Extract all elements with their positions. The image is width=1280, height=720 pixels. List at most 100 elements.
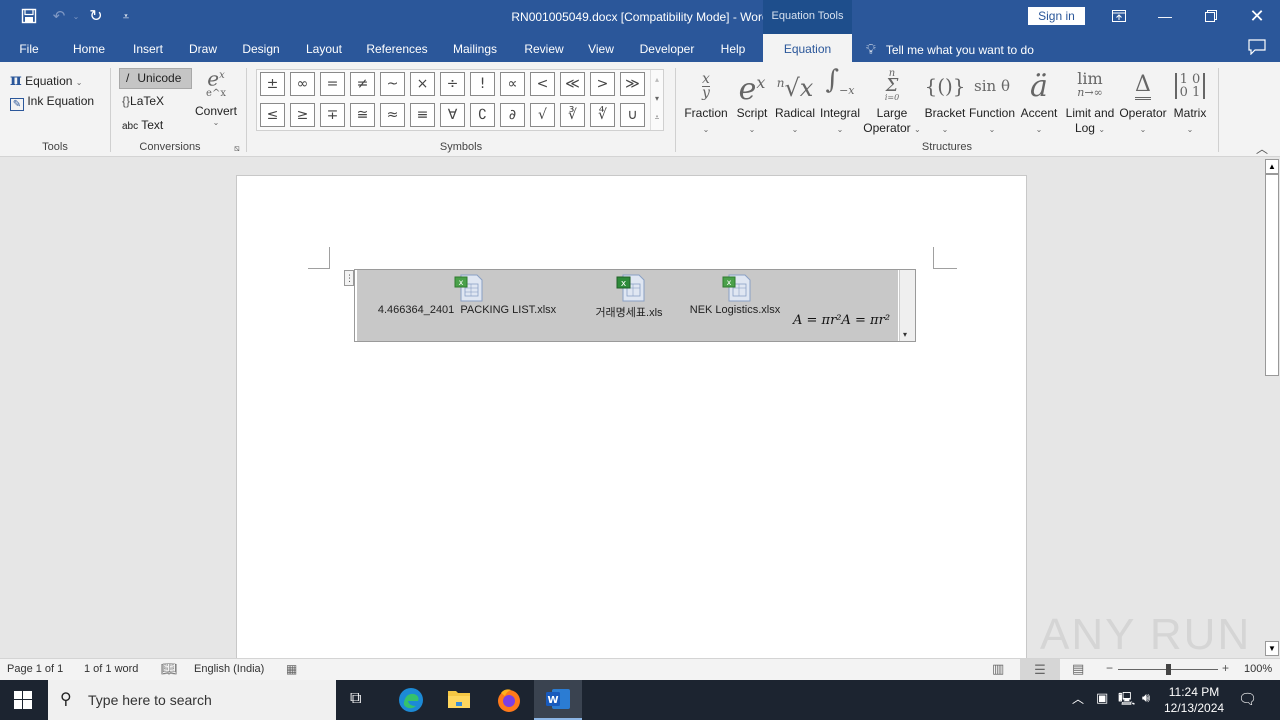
symbol-button[interactable]: > (590, 72, 615, 96)
notifications-icon[interactable]: 🗨︎ (1238, 690, 1257, 708)
network-icon[interactable]: 🖳︎ (1118, 690, 1135, 712)
volume-icon[interactable]: 🔊︎ (1142, 690, 1150, 706)
undo-icon[interactable]: ↶ (50, 8, 68, 26)
zoom-in-button[interactable]: + (1222, 661, 1229, 675)
redo-icon[interactable]: ↻ (87, 8, 105, 26)
symbol-button[interactable]: × (410, 72, 435, 96)
symbol-button[interactable]: ≫ (620, 72, 645, 96)
word-count[interactable]: 1 of 1 word (84, 663, 138, 675)
save-icon[interactable] (20, 8, 38, 26)
word-taskbar-button[interactable]: W (534, 680, 582, 720)
embedded-file[interactable]: x 거래명세표.xls (580, 274, 678, 320)
large-operator-button[interactable]: n Σi=0 Large Operator ⌄ (862, 66, 922, 141)
comments-icon[interactable] (1248, 39, 1266, 57)
operator-button[interactable]: Δ Operator ⌄ (1118, 66, 1168, 141)
matrix-button[interactable]: 1 00 1 Matrix ⌄ (1168, 66, 1212, 141)
scrollbar-thumb[interactable] (1265, 174, 1279, 376)
latex-button[interactable]: {}LaTeX (122, 94, 164, 108)
embedded-file[interactable]: x 4.466364_2401 PACKING LIST.xlsx (372, 274, 562, 316)
scroll-down-icon[interactable]: ▾ (651, 89, 663, 108)
tab-help[interactable]: Help (714, 34, 752, 62)
minimize-icon[interactable]: — (1142, 0, 1188, 32)
tab-equation[interactable]: Equation (763, 34, 852, 62)
symbol-button[interactable]: ÷ (440, 72, 465, 96)
accent-button[interactable]: ä Accent ⌄ (1016, 66, 1062, 141)
symbol-button[interactable]: ! (470, 72, 495, 96)
symbol-button[interactable]: ∞ (290, 72, 315, 96)
symbol-button[interactable]: ∓ (320, 103, 345, 127)
show-hidden-icons[interactable]: ︿ (1072, 690, 1084, 707)
bracket-button[interactable]: {()} Bracket ⌄ (922, 66, 968, 141)
task-view-icon[interactable]: ⧉ (350, 690, 361, 708)
symbol-button[interactable]: < (530, 72, 555, 96)
symbol-button[interactable]: ∝ (500, 72, 525, 96)
tell-me-search[interactable]: 💡︎ Tell me what you want to do (866, 34, 1034, 62)
script-button[interactable]: ex Script ⌄ (732, 66, 772, 141)
clock[interactable]: 11:24 PM 12/13/2024 (1164, 684, 1224, 716)
limit-and-log-button[interactable]: lim n→∞ Limit and Log ⌄ (1062, 66, 1118, 141)
tab-file[interactable]: File (10, 34, 48, 62)
close-icon[interactable]: ✕ (1234, 0, 1280, 32)
tab-insert[interactable]: Insert (126, 34, 170, 62)
symbol-button[interactable]: ∪ (620, 103, 645, 127)
tab-references[interactable]: References (362, 34, 432, 62)
symbol-button[interactable]: ≤ (260, 103, 285, 127)
meet-now-icon[interactable]: ▣ (1096, 690, 1108, 706)
symbol-button[interactable]: ~ (380, 72, 405, 96)
symbol-button[interactable]: ≡ (410, 103, 435, 127)
symbol-button[interactable]: ∁ (470, 103, 495, 127)
proofing-icon[interactable]: 📖︎ (161, 661, 178, 677)
symbol-button[interactable]: = (320, 72, 345, 96)
equation-handle-icon[interactable]: ⋮ (344, 270, 354, 286)
tab-design[interactable]: Design (236, 34, 286, 62)
symbol-button[interactable]: ≥ (290, 103, 315, 127)
symbol-button[interactable]: ≅ (350, 103, 375, 127)
equation-button[interactable]: π Equation ⌄ (10, 70, 82, 89)
accessibility-icon[interactable]: ▦ (286, 662, 297, 676)
zoom-slider-thumb[interactable] (1166, 664, 1171, 675)
symbol-button[interactable]: ∂ (500, 103, 525, 127)
equation-text[interactable]: A = πr²A = πr² (793, 313, 890, 328)
dialog-launcher-icon[interactable]: ⧅ (234, 143, 240, 154)
function-button[interactable]: sin θ Function ⌄ (968, 66, 1016, 141)
symbol-button[interactable]: ≠ (350, 72, 375, 96)
radical-button[interactable]: n√x Radical ⌄ (772, 66, 818, 141)
undo-dropdown-icon[interactable]: ⌄ (67, 8, 85, 26)
scroll-up-button[interactable]: ▲ (1265, 159, 1279, 174)
unicode-button[interactable]: / Unicode (119, 68, 192, 89)
symbol-button[interactable]: √ (530, 103, 555, 127)
gallery-more-icon[interactable]: ⩡ (651, 108, 663, 127)
equation-options-icon[interactable]: ▾ (903, 330, 907, 339)
vertical-scrollbar[interactable]: ▲ ▼ (1263, 157, 1280, 658)
taskbar-search[interactable]: ⚲ Type here to search (48, 680, 336, 720)
scroll-up-icon[interactable]: ▴ (651, 70, 663, 89)
integral-button[interactable]: ∫−x Integral ⌄ (818, 66, 862, 141)
tab-developer[interactable]: Developer (634, 34, 700, 62)
tab-view[interactable]: View (582, 34, 620, 62)
fraction-button[interactable]: x y Fraction ⌄ (680, 66, 732, 141)
windows-start-icon[interactable] (14, 691, 32, 714)
symbol-button[interactable]: ± (260, 72, 285, 96)
sign-in-button[interactable]: Sign in (1028, 7, 1085, 25)
convert-button[interactable]: ex e^x Convert ⌄ (194, 66, 238, 127)
scroll-down-button[interactable]: ▼ (1265, 641, 1279, 656)
restore-icon[interactable] (1188, 0, 1234, 32)
tab-home[interactable]: Home (66, 34, 112, 62)
gallery-scroll[interactable]: ▴ ▾ ⩡ (650, 70, 663, 130)
read-mode-icon[interactable]: ▥ (992, 661, 1004, 677)
zoom-level[interactable]: 100% (1244, 663, 1272, 675)
edge-icon[interactable] (398, 687, 424, 718)
language[interactable]: English (India) (194, 663, 264, 675)
zoom-out-button[interactable]: − (1106, 661, 1113, 675)
symbol-button[interactable]: ∜ (590, 103, 615, 127)
ribbon-display-options-icon[interactable] (1096, 0, 1142, 32)
tab-layout[interactable]: Layout (298, 34, 350, 62)
tab-mailings[interactable]: Mailings (446, 34, 504, 62)
symbol-button[interactable]: ∀ (440, 103, 465, 127)
collapse-ribbon-icon[interactable]: ︿ (1256, 140, 1268, 157)
document-page[interactable] (236, 175, 1027, 665)
tab-draw[interactable]: Draw (182, 34, 224, 62)
customize-qat-icon[interactable]: ⩡ (117, 8, 135, 26)
page-count[interactable]: Page 1 of 1 (7, 663, 63, 675)
text-button[interactable]: abc Text (122, 118, 163, 132)
